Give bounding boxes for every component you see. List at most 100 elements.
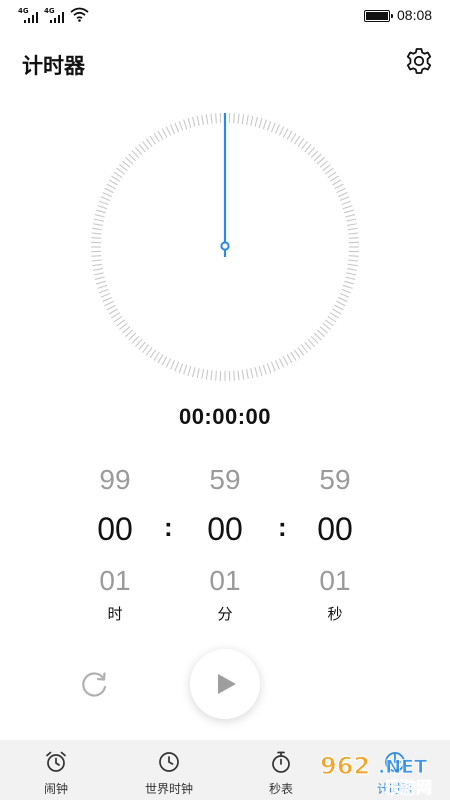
- dial-tick: [178, 363, 184, 374]
- dial-tick: [300, 344, 308, 353]
- dial-tick: [348, 255, 359, 257]
- seconds-current-value[interactable]: 00: [295, 511, 375, 548]
- dial-tick: [348, 232, 359, 235]
- minutes-next-value[interactable]: 01: [185, 565, 265, 597]
- dial-tick: [282, 356, 289, 366]
- dial-tick: [266, 363, 272, 374]
- dial-tick: [344, 280, 354, 285]
- dial-tick: [348, 259, 359, 262]
- dial-tick: [313, 153, 322, 162]
- dial-tick: [100, 196, 111, 202]
- dial-tick: [254, 367, 258, 378]
- status-bar: 4G 4G 08:08: [0, 0, 450, 32]
- dial-tick: [324, 319, 334, 327]
- dial-tick: [125, 156, 134, 165]
- dial-tick: [332, 179, 342, 186]
- dial-tick: [250, 115, 254, 126]
- dial-tick: [346, 272, 357, 276]
- dial-tick: [347, 267, 358, 271]
- picker-separator: :: [278, 512, 287, 542]
- dial-tick: [282, 128, 289, 138]
- battery-icon: [364, 10, 393, 22]
- nav-label-world-clock: 世界时钟: [144, 782, 193, 796]
- dial-tick: [134, 338, 143, 347]
- dial-tick: [266, 120, 272, 131]
- dial-tick: [258, 366, 263, 376]
- dial-tick: [116, 167, 126, 175]
- dial-tick: [196, 115, 200, 126]
- dial-tick: [102, 296, 112, 303]
- dial-tick: [210, 113, 213, 124]
- dial-tick: [121, 160, 131, 168]
- dial-tick: [98, 288, 109, 294]
- play-icon: [218, 674, 236, 694]
- seconds-next-value[interactable]: 01: [295, 565, 375, 597]
- hours-current-value[interactable]: 00: [75, 511, 155, 548]
- dial-tick: [327, 315, 337, 323]
- dial-tick: [307, 338, 316, 347]
- dial-tick: [327, 171, 337, 179]
- gear-icon[interactable]: [404, 46, 434, 76]
- dial-tick: [113, 171, 123, 179]
- dial-tick: [304, 143, 312, 153]
- dial-tick: [245, 114, 249, 125]
- seconds-prev-value[interactable]: 59: [295, 464, 375, 496]
- dial-tick: [332, 308, 342, 315]
- dial-tick: [174, 122, 180, 133]
- dial-tick: [96, 280, 106, 285]
- dial-tick: [128, 153, 137, 162]
- dial-tick: [237, 113, 240, 124]
- dial-tick: [341, 200, 352, 206]
- dial-tick: [233, 113, 235, 124]
- nav-item-stopwatch[interactable]: 秒表: [245, 740, 317, 800]
- nav-label-stopwatch: 秒表: [268, 782, 293, 796]
- dial-tick: [104, 300, 114, 307]
- start-button[interactable]: [190, 649, 260, 719]
- dial-tick: [111, 175, 121, 182]
- dial-tick: [106, 183, 116, 190]
- dial-tick: [187, 366, 192, 376]
- dial-tick: [161, 128, 168, 138]
- hours-prev-value[interactable]: 99: [75, 464, 155, 496]
- dial-tick: [138, 143, 146, 153]
- dial-tick: [339, 196, 350, 202]
- dial-tick: [293, 349, 301, 359]
- dial-tick: [157, 354, 164, 364]
- page-title: 计时器: [22, 54, 85, 78]
- dial-tick: [250, 368, 254, 379]
- minutes-current-value[interactable]: 00: [185, 511, 265, 548]
- picker-separator: :: [164, 512, 173, 542]
- dial-tick: [128, 332, 137, 341]
- timer-dial: [91, 113, 359, 381]
- dial-tick: [297, 346, 305, 356]
- dial-tick: [192, 116, 196, 127]
- dial-tick: [313, 332, 322, 341]
- dial-tick: [270, 361, 276, 372]
- reset-icon[interactable]: [78, 668, 112, 702]
- dial-tick: [324, 167, 334, 175]
- nav-item-world-clock[interactable]: 世界时钟: [125, 740, 213, 800]
- dial-tick: [201, 369, 205, 380]
- dial-tick: [339, 292, 350, 298]
- nav-item-alarm[interactable]: 闹钟: [20, 740, 92, 800]
- dial-tick: [91, 237, 102, 239]
- dial-tick: [196, 368, 200, 379]
- dial-tick: [278, 358, 285, 368]
- svg-text:962: 962: [320, 752, 370, 780]
- dial-tick: [93, 272, 104, 276]
- dial-tick: [116, 319, 126, 327]
- hours-next-value[interactable]: 01: [75, 565, 155, 597]
- dial-tick: [274, 124, 281, 134]
- dial-tick: [94, 214, 105, 218]
- dial-tick: [149, 135, 157, 145]
- dial-tick: [192, 367, 196, 378]
- hours-unit-label: 时: [107, 605, 123, 623]
- dial-tick: [241, 114, 245, 125]
- dial-tick: [342, 205, 353, 210]
- dial-tick: [94, 276, 105, 280]
- minutes-prev-value[interactable]: 59: [185, 464, 265, 496]
- dial-tick: [165, 358, 172, 368]
- dial-tick: [346, 218, 357, 222]
- dial-tick: [341, 288, 352, 294]
- minutes-unit-label: 分: [217, 605, 233, 623]
